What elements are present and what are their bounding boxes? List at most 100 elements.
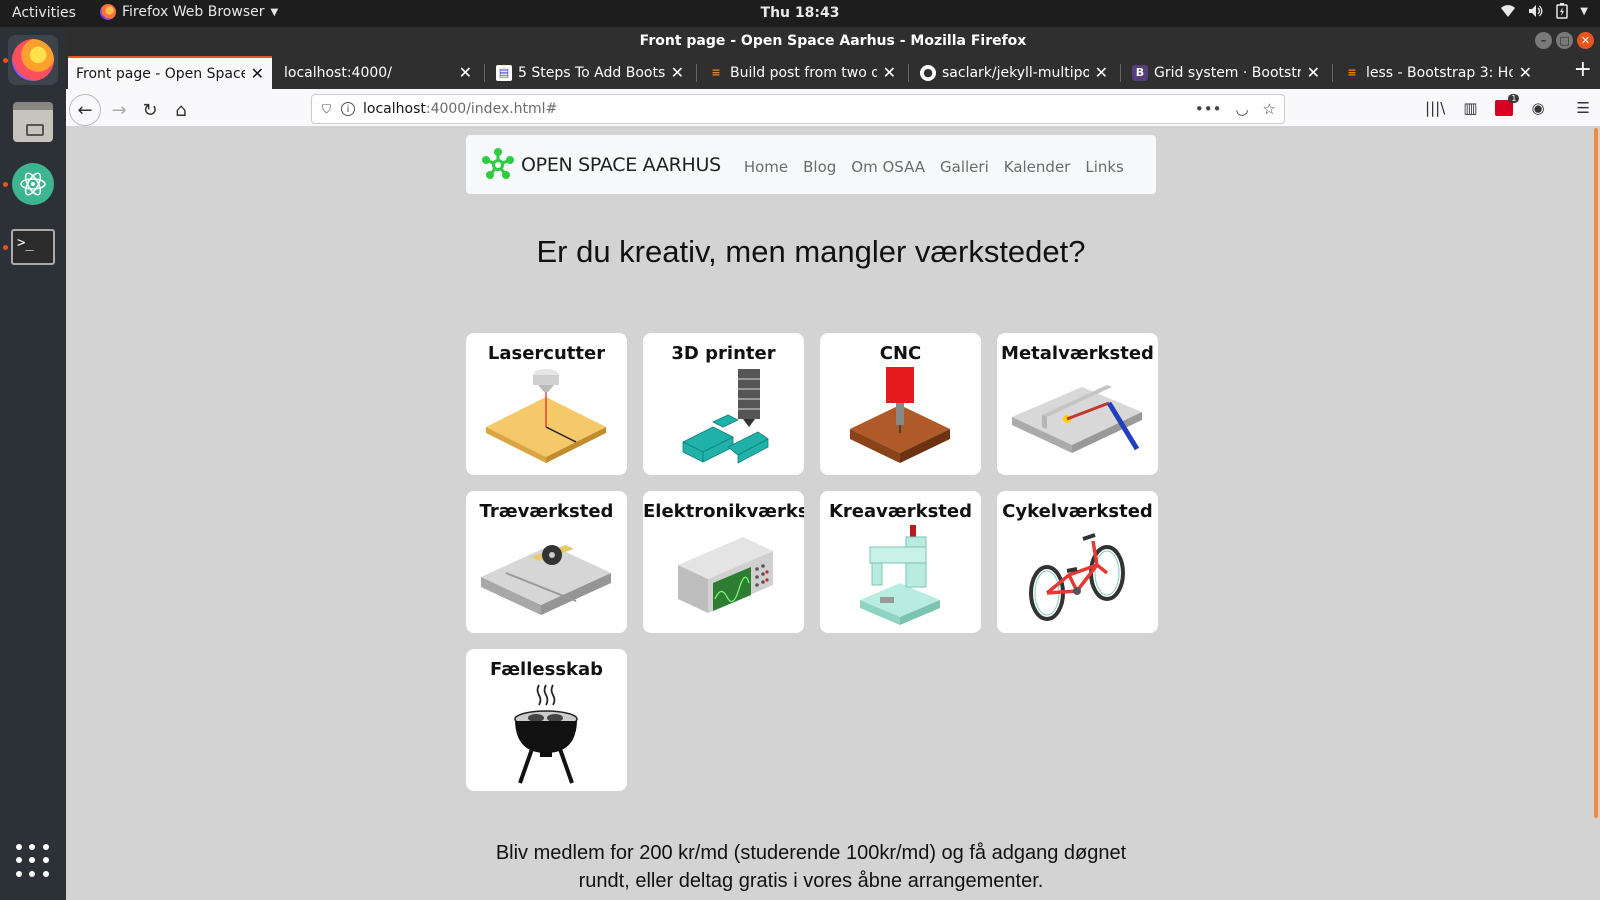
nav-galleri[interactable]: Galleri bbox=[940, 158, 989, 176]
bootstrap-icon: B bbox=[1132, 64, 1148, 81]
tab-label: Front page - Open Space A bbox=[76, 65, 245, 82]
close-tab-icon[interactable]: ✕ bbox=[1519, 63, 1532, 82]
card-title: Fællesskab bbox=[489, 659, 604, 680]
nav-om-osaa[interactable]: Om OSAA bbox=[851, 158, 925, 176]
system-top-bar: Activities Firefox Web Browser ▼ Thu 18:… bbox=[0, 0, 1600, 27]
maximize-button[interactable]: □ bbox=[1556, 32, 1573, 49]
tab-grid-system[interactable]: B Grid system · Bootstrap ✕ bbox=[1124, 56, 1328, 89]
close-tab-icon[interactable]: ✕ bbox=[1307, 63, 1320, 82]
url-actions: ••• ◡ ☆ bbox=[1195, 100, 1276, 118]
nav-kalender[interactable]: Kalender bbox=[1004, 158, 1071, 176]
tab-build-post[interactable]: ≡ Build post from two dif ✕ bbox=[700, 56, 904, 89]
site-brand[interactable]: OPEN SPACE AARHUS bbox=[521, 154, 721, 176]
pocket-icon[interactable]: ◡ bbox=[1235, 100, 1248, 118]
stackoverflow-icon: ≡ bbox=[1347, 66, 1357, 79]
home-button[interactable]: ⌂ bbox=[166, 95, 196, 125]
tab-label: 5 Steps To Add Bootstr bbox=[518, 64, 665, 81]
tab-separator bbox=[908, 64, 909, 82]
tab-label: Grid system · Bootstrap bbox=[1154, 64, 1301, 81]
extension-icon[interactable]: 1 bbox=[1495, 94, 1520, 116]
oscilloscope-illustration bbox=[678, 537, 773, 613]
card-cnc[interactable]: CNC bbox=[820, 333, 981, 475]
card-title: 3D printer bbox=[671, 343, 776, 364]
tab-label: Build post from two dif bbox=[730, 64, 877, 81]
chevron-down-icon: ▼ bbox=[270, 6, 279, 18]
window-titlebar[interactable]: Front page - Open Space Aarhus - Mozilla… bbox=[66, 27, 1600, 54]
tab-strip: Front page - Open Space A ✕ localhost:40… bbox=[66, 54, 1600, 89]
page-scrollbar[interactable] bbox=[1590, 126, 1600, 900]
dock-atom[interactable] bbox=[8, 159, 58, 209]
wifi-icon bbox=[1501, 5, 1516, 17]
nav-home[interactable]: Home bbox=[744, 158, 788, 176]
firefox-window: Front page - Open Space Aarhus - Mozilla… bbox=[66, 27, 1600, 900]
dock-files[interactable] bbox=[8, 97, 58, 147]
new-tab-button[interactable]: + bbox=[1574, 57, 1592, 82]
dock-firefox[interactable] bbox=[8, 35, 58, 85]
tracking-shield-icon[interactable]: ⛉ bbox=[322, 102, 331, 117]
scrollbar-thumb[interactable] bbox=[1594, 128, 1598, 818]
tab-front-page[interactable]: Front page - Open Space A ✕ bbox=[68, 56, 272, 89]
url-bar[interactable]: ⛉ i localhost:4000/index.html# ••• ◡ ☆ bbox=[311, 94, 1285, 124]
app-menu[interactable]: Firefox Web Browser ▼ bbox=[100, 4, 278, 20]
app-menu-label: Firefox Web Browser bbox=[122, 4, 265, 20]
close-window-button[interactable]: ✕ bbox=[1577, 32, 1594, 49]
back-button[interactable]: ← bbox=[69, 94, 101, 126]
page-icon: ▤ bbox=[496, 64, 512, 81]
site-navbar: OPEN SPACE AARHUS Home Blog Om OSAA Gall… bbox=[466, 135, 1156, 194]
card-faellesskab[interactable]: Fællesskab bbox=[466, 649, 627, 791]
card-title: Metalværksted bbox=[1001, 343, 1154, 364]
close-tab-icon[interactable]: ✕ bbox=[459, 63, 472, 82]
card-title: Elektronikværksted bbox=[643, 501, 804, 522]
cnc-mill-illustration bbox=[850, 367, 950, 463]
window-controls: – □ ✕ bbox=[1535, 32, 1594, 49]
volume-icon bbox=[1529, 5, 1543, 17]
card-lasercutter[interactable]: Lasercutter bbox=[466, 333, 627, 475]
show-applications-icon[interactable] bbox=[16, 844, 50, 878]
bookmark-star-icon[interactable]: ☆ bbox=[1263, 100, 1276, 118]
close-tab-icon[interactable]: ✕ bbox=[1095, 63, 1108, 82]
menu-icon[interactable]: ☰ bbox=[1577, 99, 1590, 117]
activities-button[interactable]: Activities bbox=[12, 5, 76, 21]
extension-badge: 1 bbox=[1508, 94, 1520, 103]
reload-button[interactable]: ↻ bbox=[135, 95, 165, 125]
card-cykelvaerksted[interactable]: Cykelværksted bbox=[997, 491, 1158, 633]
dock-terminal[interactable]: >_ bbox=[8, 222, 58, 272]
chevron-down-icon: ▼ bbox=[1580, 5, 1588, 17]
firefox-small-icon bbox=[100, 4, 116, 20]
card-elektronikvaerksted[interactable]: Elektronikværksted bbox=[643, 491, 804, 633]
page-actions-icon[interactable]: ••• bbox=[1195, 100, 1222, 118]
nav-links[interactable]: Links bbox=[1085, 158, 1124, 176]
card-traevaerksted[interactable]: Træværksted bbox=[466, 491, 627, 633]
card-metalvaerksted[interactable]: Metalværksted bbox=[997, 333, 1158, 475]
membership-line-2: rundt, eller deltag gratis i vores åbne … bbox=[578, 870, 1044, 892]
card-kreavaerksted[interactable]: Kreaværksted bbox=[820, 491, 981, 633]
account-icon[interactable]: ◉ bbox=[1531, 99, 1544, 117]
card-3d-printer[interactable]: 3D printer bbox=[643, 333, 804, 475]
grill-illustration bbox=[514, 684, 578, 784]
nav-blog[interactable]: Blog bbox=[803, 158, 836, 176]
close-tab-icon[interactable]: ✕ bbox=[671, 63, 684, 82]
tab-github[interactable]: ● saclark/jekyll-multipost ✕ bbox=[912, 56, 1116, 89]
sidebar-icon[interactable]: ▥ bbox=[1463, 99, 1477, 117]
tab-localhost[interactable]: localhost:4000/ ✕ bbox=[276, 56, 480, 89]
table-saw-illustration bbox=[481, 545, 611, 615]
tab-label: saclark/jekyll-multipost bbox=[942, 64, 1089, 81]
clock[interactable]: Thu 18:43 bbox=[761, 5, 840, 21]
system-tray[interactable]: ▼ bbox=[1500, 3, 1588, 19]
tab-label: less - Bootstrap 3: How bbox=[1366, 64, 1513, 81]
site-info-icon[interactable]: i bbox=[341, 102, 356, 116]
close-tab-icon[interactable]: ✕ bbox=[883, 63, 896, 82]
osaa-logo-icon[interactable] bbox=[481, 147, 515, 182]
card-title: Træværksted bbox=[479, 501, 614, 522]
card-title: Cykelværksted bbox=[1002, 501, 1153, 522]
forward-button[interactable]: → bbox=[104, 95, 134, 125]
github-icon: ● bbox=[920, 64, 936, 81]
minimize-button[interactable]: – bbox=[1535, 32, 1552, 49]
tab-less-bootstrap[interactable]: ≡ less - Bootstrap 3: How ✕ bbox=[1336, 56, 1540, 89]
site-nav-links: Home Blog Om OSAA Galleri Kalender Links bbox=[744, 158, 1124, 176]
tab-bootstrap-steps[interactable]: ▤ 5 Steps To Add Bootstr ✕ bbox=[488, 56, 692, 89]
tab-separator bbox=[1120, 64, 1121, 82]
close-tab-icon[interactable]: ✕ bbox=[251, 64, 264, 83]
library-icon[interactable]: |||\ bbox=[1425, 99, 1445, 117]
url-host: localhost bbox=[363, 101, 426, 117]
